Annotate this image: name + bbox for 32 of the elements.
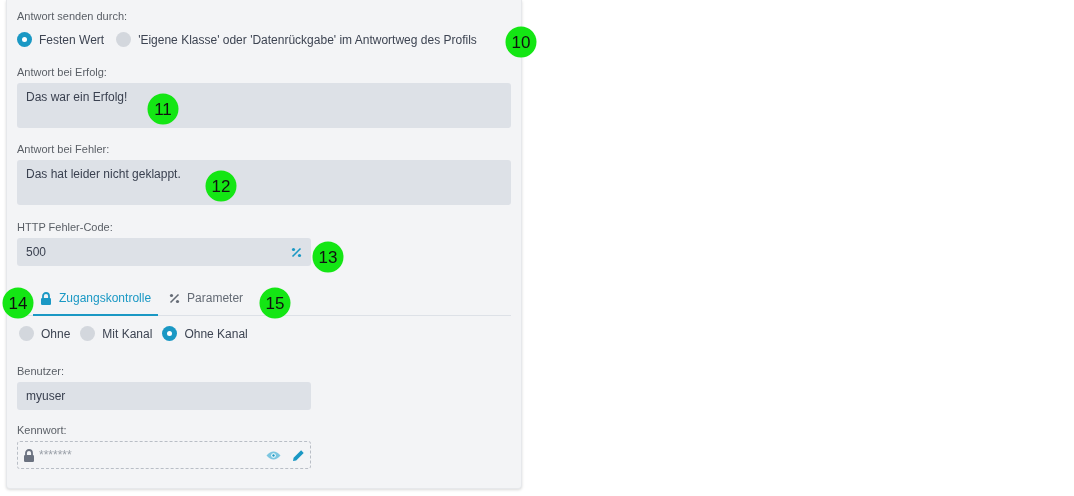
number-field[interactable]: 500 (17, 238, 311, 266)
field-label: Antwort bei Erfolg: (17, 66, 108, 78)
callout-marker: 13 (312, 241, 344, 273)
field-label: Benutzer: (17, 365, 66, 377)
field-label: Antwort senden durch: (17, 10, 129, 22)
password-placeholder: ******* (39, 448, 73, 462)
radio-label[interactable]: Ohne (41, 326, 71, 341)
field-label: HTTP Fehler-Code: (17, 221, 114, 233)
radio-button[interactable] (17, 32, 32, 47)
callout-marker: 14 (2, 287, 34, 319)
lock-icon (23, 448, 35, 462)
radio-button[interactable] (162, 326, 178, 341)
radio-button[interactable] (19, 326, 34, 341)
eye-icon[interactable] (266, 449, 281, 461)
field-value: myuser (26, 389, 66, 403)
radio-button[interactable] (116, 32, 132, 47)
percent-icon (291, 246, 302, 258)
field-label: Kennwort: (17, 424, 68, 436)
text-field[interactable]: myuser (17, 382, 311, 410)
field-value: 500 (26, 245, 47, 259)
tab[interactable]: Parameter (162, 284, 251, 316)
pencil-icon[interactable] (292, 448, 305, 462)
radio-label[interactable]: Festen Wert (39, 32, 105, 47)
percent-icon (169, 292, 181, 304)
radio-label[interactable]: Ohne Kanal (184, 326, 248, 341)
lock-icon (40, 291, 52, 305)
radio-label[interactable]: Mit Kanal (102, 326, 153, 341)
callout-marker: 10 (505, 26, 537, 58)
radio-button[interactable] (80, 326, 96, 341)
radio-label[interactable]: 'Eigene Klasse' oder 'Datenrückgabe' im Antwortweg des Profils (138, 32, 477, 47)
callout-marker: 15 (259, 287, 291, 319)
field-label: Antwort bei Fehler: (17, 143, 111, 155)
